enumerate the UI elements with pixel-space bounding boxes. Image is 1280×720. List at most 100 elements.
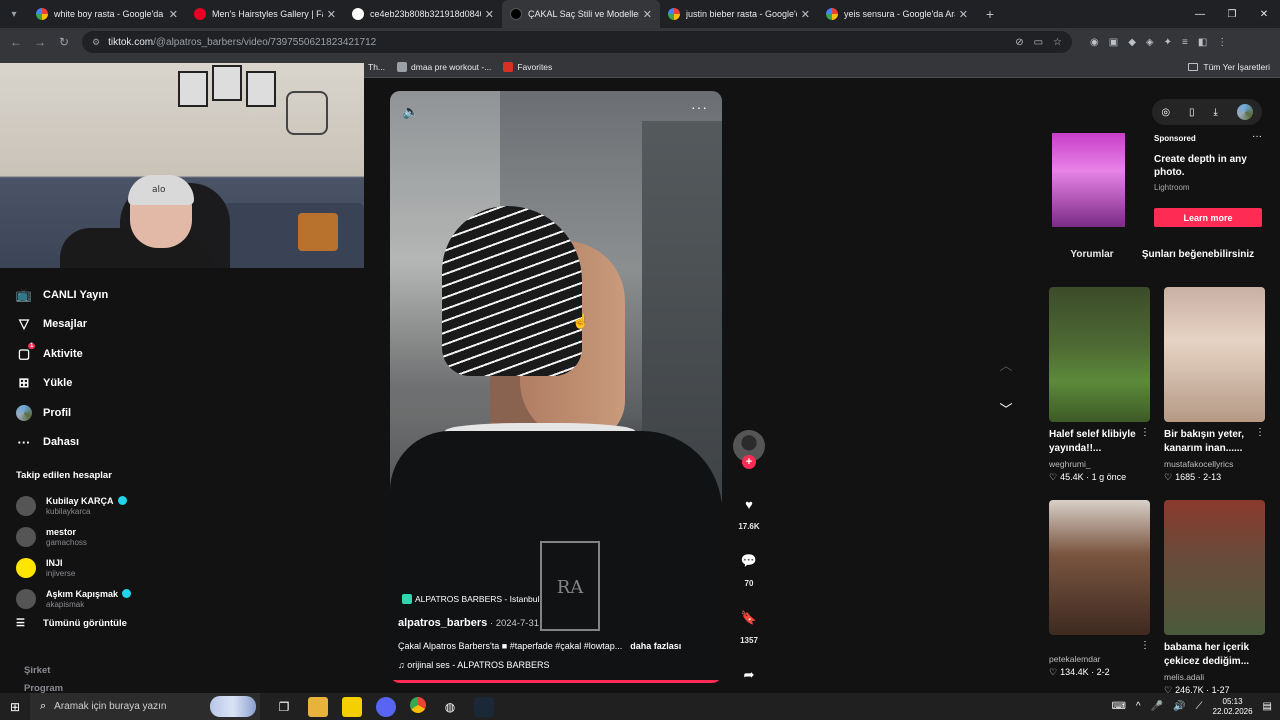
follow-plus-icon[interactable]: + (742, 455, 756, 469)
video-author[interactable]: alpatros_barbers · 2024-7-31 (398, 617, 539, 629)
footer-link-company[interactable]: Şirket (24, 662, 63, 680)
close-icon[interactable]: ✕ (643, 8, 652, 21)
location-tag[interactable]: ALPATROS BARBERS - Istanbul (402, 594, 539, 604)
bookmark-star-icon[interactable]: ☆ (1053, 37, 1062, 48)
card-more-icon[interactable]: ⋮ (1140, 640, 1150, 651)
network-icon[interactable]: ⟋ (1196, 701, 1203, 712)
notifications-icon[interactable]: ▤ (1263, 701, 1272, 712)
chevron-up-icon[interactable]: ︿ (996, 355, 1016, 399)
following-account[interactable]: Aşkım Kapışmak akapismak (16, 583, 356, 614)
eye-off-icon[interactable]: ⊘ (1015, 37, 1023, 48)
sidebar-item-messages[interactable]: ▽ Mesajlar (0, 310, 364, 340)
menu-icon[interactable]: ⋮ (1217, 37, 1227, 48)
puzzle-icon[interactable]: ✦ (1164, 37, 1172, 48)
following-account[interactable]: Kubilay KARÇA kubilaykarca (16, 490, 356, 521)
video-thumbnail[interactable] (1164, 287, 1265, 422)
bookmark-item[interactable]: Th... (368, 62, 385, 72)
sidebar-item-live[interactable]: 📺 CANLI Yayın (0, 280, 364, 310)
extension-icon[interactable]: ◆ (1128, 37, 1136, 48)
following-account[interactable]: mestor gamachoss (16, 521, 356, 552)
recommendation-card[interactable]: babama her içerik çekicez dediğim... mel… (1164, 500, 1265, 696)
recommendation-card[interactable]: ⋮ petekalemdar ♡ 134.4K · 2-2 (1049, 500, 1150, 678)
chevron-down-icon[interactable]: ﹀ (996, 399, 1016, 443)
steam-icon[interactable] (474, 696, 494, 717)
close-icon[interactable]: ✕ (169, 8, 178, 21)
site-info-icon[interactable]: ⚙ (92, 37, 100, 48)
sidebar-item-upload[interactable]: ⊞ Yükle (0, 369, 364, 399)
close-icon[interactable]: ✕ (485, 8, 494, 21)
close-icon[interactable]: ✕ (959, 8, 968, 21)
all-bookmarks[interactable]: Tüm Yer İşaretleri (1188, 62, 1270, 72)
like-action[interactable]: ♥ 17.6K (733, 488, 765, 532)
discord-icon[interactable] (376, 696, 396, 717)
task-view-icon[interactable]: ❐ (274, 697, 294, 717)
keyboard-icon[interactable]: ⌨ (1111, 701, 1125, 712)
windows-start-icon[interactable]: ⊞ (0, 700, 30, 714)
tab-4[interactable]: justin bieber rasta - Google'da ✕ (660, 0, 818, 28)
save-action[interactable]: 🔖 1357 (733, 602, 765, 645)
chrome-icon[interactable] (410, 696, 426, 713)
extension-icon[interactable]: ◈ (1146, 37, 1154, 48)
card-more-icon[interactable]: ⋮ (1255, 427, 1265, 438)
download-icon[interactable]: ⤓ (1213, 107, 1217, 118)
address-bar[interactable]: ⚙ tiktok.com/@alpatros_barbers/video/739… (82, 31, 1072, 53)
comment-action[interactable]: 💬 70 (733, 545, 765, 588)
close-icon[interactable]: ✕ (327, 8, 336, 21)
cast-icon[interactable]: ▭ (1034, 37, 1043, 48)
close-window-icon[interactable]: ✕ (1248, 0, 1280, 28)
profile-icon[interactable]: ◧ (1198, 37, 1207, 48)
music-info[interactable]: ♫ orijinal ses - ALPATROS BARBERS (398, 660, 549, 670)
device-icon[interactable]: ▯ (1189, 107, 1195, 118)
obs-icon[interactable]: ◍ (440, 697, 460, 717)
speaker-icon[interactable]: 🔊 (1173, 701, 1185, 712)
back-icon[interactable]: ← (4, 35, 28, 49)
minimize-icon[interactable]: — (1184, 0, 1216, 28)
recommendation-card[interactable]: Bir bakışın yeter, kanarım inan...... ⋮ … (1164, 287, 1265, 483)
bookmark-item[interactable]: Favorites (503, 61, 552, 72)
video-progress-bar[interactable] (390, 680, 722, 683)
see-all-button[interactable]: ☰ Tümünü görüntüle (16, 618, 127, 629)
ad-thumbnail[interactable] (1052, 133, 1125, 227)
sponsored-ad[interactable]: Sponsored ··· Create depth in any photo.… (1052, 131, 1264, 229)
file-explorer-icon[interactable] (308, 696, 328, 717)
creator-avatar[interactable]: + (733, 430, 765, 469)
tab-you-may-like[interactable]: Şunları beğenebilirsiniz (1132, 249, 1264, 267)
tab-3[interactable]: ÇAKAL Saç Stili ve Modelleri | A ✕ (502, 0, 660, 28)
video-thumbnail[interactable] (1049, 287, 1150, 422)
chevron-up-icon[interactable]: ^ (1136, 701, 1141, 712)
taskbar-search[interactable]: ⌕ Aramak için buraya yazın (30, 693, 260, 720)
tab-5[interactable]: yeis sensura - Google'da Ara ✕ (818, 0, 976, 28)
card-more-icon[interactable]: ⋮ (1140, 427, 1150, 438)
microphone-icon[interactable]: 🎤 (1151, 701, 1163, 712)
sidebar-item-profile[interactable]: Profil (0, 398, 364, 428)
video-thumbnail[interactable] (1164, 500, 1265, 635)
extension-icon[interactable]: ▣ (1109, 37, 1118, 48)
tab-search-icon[interactable]: ▾ (0, 0, 28, 28)
volume-icon[interactable]: 🔈 (402, 103, 419, 120)
discord-icon[interactable]: ◉ (1090, 37, 1099, 48)
video-player[interactable]: RA 🔈 ··· ALPATROS BARBERS - Istanbul alp… (390, 91, 722, 683)
video-thumbnail[interactable] (1049, 500, 1150, 635)
more-options-icon[interactable]: ··· (691, 99, 708, 115)
tab-comments[interactable]: Yorumlar (1052, 249, 1132, 267)
reading-list-icon[interactable]: ≡ (1182, 37, 1188, 48)
close-icon[interactable]: ✕ (801, 8, 810, 21)
clock[interactable]: 05:13 22.02.2026 (1213, 697, 1253, 717)
ad-more-icon[interactable]: ··· (1252, 131, 1262, 142)
sticky-notes-icon[interactable] (342, 696, 362, 717)
reload-icon[interactable]: ↻ (52, 35, 76, 49)
bookmark-item[interactable]: dmaa pre workout -... (397, 61, 491, 72)
tab-1[interactable]: Men's Hairstyles Gallery | Fashion ✕ (186, 0, 344, 28)
sidebar-item-more[interactable]: ··· Dahası (0, 428, 364, 458)
recommendation-card[interactable]: Halef selef klibiyle yayında!!... ⋮ wegh… (1049, 287, 1150, 483)
user-avatar[interactable] (1236, 104, 1253, 120)
restore-icon[interactable]: ❐ (1216, 0, 1248, 28)
sidebar-item-activity[interactable]: ▢ 1 Aktivite (0, 339, 364, 369)
caption-more-button[interactable]: daha fazlası (630, 641, 681, 651)
tab-0[interactable]: white boy rasta - Google'da Ara ✕ (28, 0, 186, 28)
forward-icon[interactable]: → (28, 35, 52, 49)
learn-more-button[interactable]: Learn more (1154, 208, 1262, 227)
compass-icon[interactable]: ◎ (1161, 107, 1170, 118)
following-account[interactable]: INJI injiverse (16, 552, 356, 583)
tab-2[interactable]: ce4eb23b808b321918d0840f2 ✕ (344, 0, 502, 28)
